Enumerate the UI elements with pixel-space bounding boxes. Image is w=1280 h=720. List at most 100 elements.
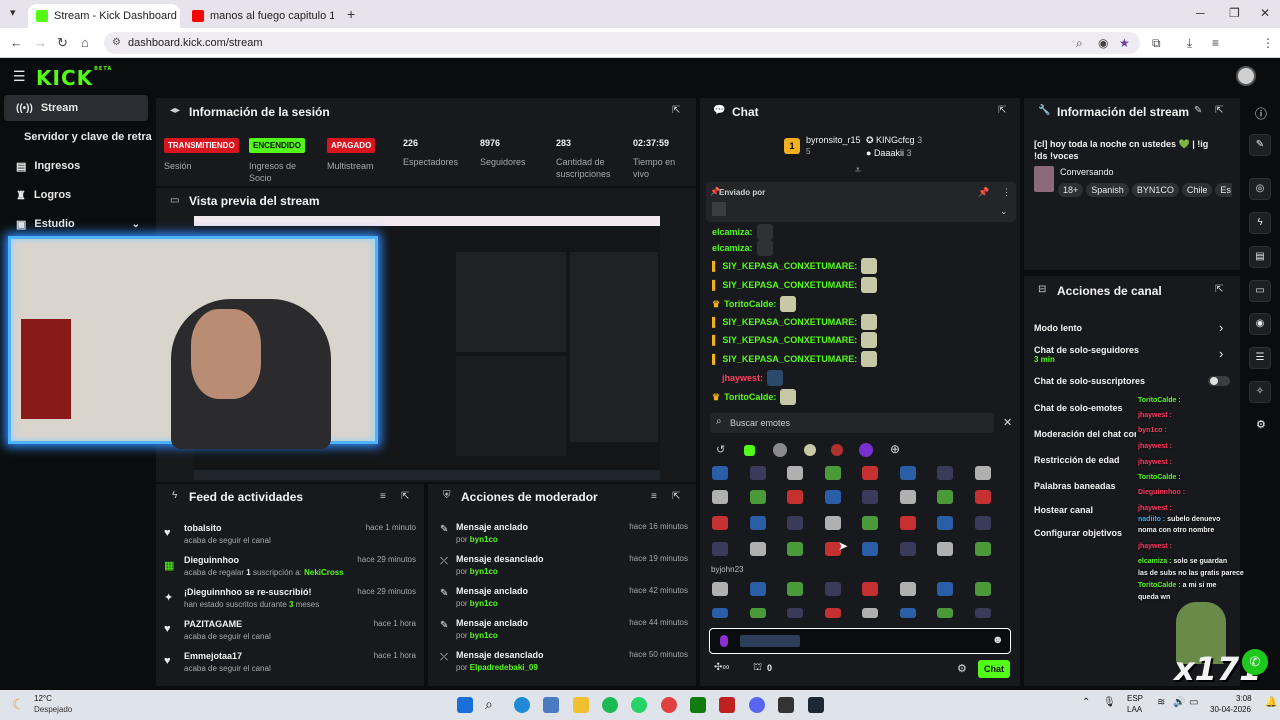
emote-set-icon[interactable] — [831, 444, 843, 456]
xbox-icon[interactable] — [690, 697, 706, 713]
search-icon[interactable]: ⌕ — [485, 696, 493, 713]
sidebar-item-estudio[interactable]: ▣ Estudio ⌄ — [4, 211, 148, 237]
wrench-icon[interactable]: ✧ — [1249, 381, 1271, 403]
mod-user[interactable]: byn1co — [470, 599, 498, 608]
emote-tile[interactable] — [824, 490, 841, 504]
tab-kick-dashboard[interactable]: Stream - Kick Dashboard ✕ — [28, 4, 180, 28]
explorer-icon[interactable] — [573, 697, 589, 713]
action-emotes-only[interactable]: Chat de solo-emotes — [1034, 403, 1123, 413]
emote-tile[interactable] — [974, 608, 991, 618]
emote-tile[interactable] — [862, 582, 878, 596]
forward-icon[interactable]: → — [34, 35, 47, 50]
emote-tile[interactable] — [899, 582, 916, 596]
chat-username[interactable]: elcamiza: — [712, 227, 753, 237]
restore-icon[interactable]: ❐ — [1229, 6, 1240, 20]
emoji-icon[interactable]: ☻ — [992, 634, 1004, 646]
popout-icon[interactable]: ⇱ — [401, 491, 409, 502]
emote-tile[interactable] — [862, 542, 878, 556]
extensions-icon[interactable]: ⧉ — [1152, 36, 1161, 51]
clock-date[interactable]: 30-04-2026 — [1210, 705, 1251, 714]
settings-icon[interactable]: ⚙ — [1256, 418, 1266, 431]
emote-tile[interactable] — [787, 490, 803, 504]
whatsapp-icon[interactable] — [631, 697, 647, 713]
emote-tile[interactable] — [712, 490, 728, 504]
emote-tile[interactable] — [712, 516, 728, 530]
chat-username[interactable]: SIY_KEPASA_CONXETUMARE: — [722, 261, 857, 271]
action-configure-goals[interactable]: Configurar objetivos — [1034, 528, 1122, 538]
volume-icon[interactable]: 🔊 — [1173, 697, 1185, 708]
emote-tile[interactable] — [899, 490, 916, 504]
minimize-icon[interactable]: ─ — [1196, 6, 1205, 20]
kick-logo[interactable]: KICKBETA — [36, 66, 112, 90]
edit-icon[interactable]: ✎ — [1249, 134, 1271, 156]
mod-user[interactable]: byn1co — [470, 631, 498, 640]
popout-icon[interactable]: ⇱ — [1215, 105, 1223, 116]
action-ai-moderation[interactable]: Moderación del chat con IA — [1034, 429, 1136, 439]
emote-tile[interactable] — [862, 466, 878, 480]
mod-user[interactable]: byn1co — [470, 567, 498, 576]
tab-search-icon[interactable]: ▾ — [10, 6, 16, 19]
back-icon[interactable]: ← — [10, 35, 23, 50]
chevron-down-icon[interactable]: ⌄ — [1000, 206, 1008, 217]
emote-tile[interactable] — [712, 582, 728, 596]
download-icon[interactable]: ⤓ — [1187, 36, 1192, 51]
chevron-right-icon[interactable]: › — [1219, 320, 1223, 335]
emote-tile[interactable] — [862, 608, 878, 618]
emote-tile[interactable] — [974, 490, 991, 504]
chevron-right-icon[interactable]: › — [1219, 346, 1223, 361]
emote-tile[interactable] — [712, 466, 728, 480]
emote-tile[interactable] — [787, 466, 803, 480]
emote-tile[interactable] — [937, 608, 953, 618]
sidebar-item-logros[interactable]: ♜ Logros — [4, 182, 148, 208]
edit-icon[interactable]: ✎ — [1194, 105, 1202, 116]
emote-tile[interactable] — [787, 542, 803, 556]
action-host-channel[interactable]: Hostear canal — [1034, 505, 1093, 515]
wifi-icon[interactable]: ≋ — [1157, 697, 1165, 708]
filter-icon[interactable]: ≡ — [380, 491, 386, 502]
discord-icon[interactable] — [749, 697, 765, 713]
emote-tile[interactable] — [749, 582, 766, 596]
emote-tile[interactable] — [937, 490, 953, 504]
emote-tile[interactable] — [749, 466, 766, 480]
popout-icon[interactable]: ⇱ — [1215, 284, 1223, 295]
emote-tile[interactable] — [787, 608, 803, 618]
popout-icon[interactable]: ⇱ — [998, 105, 1006, 116]
unpin-icon[interactable]: 📌 — [978, 187, 989, 198]
emote-tile[interactable] — [824, 582, 841, 596]
collapse-icon[interactable]: ⩡ — [855, 165, 861, 176]
mic-icon[interactable]: 🎙 — [1103, 697, 1116, 708]
emote-tile[interactable] — [749, 516, 766, 530]
sidebar-item-servidor[interactable]: Servidor y clave de retransm — [4, 124, 152, 150]
filter-icon[interactable]: ≡ — [651, 491, 657, 502]
weather-desc[interactable]: Despejado — [34, 705, 72, 714]
action-subscribers-only[interactable]: Chat de solo-suscriptores — [1034, 376, 1145, 386]
chrome-icon[interactable] — [661, 697, 677, 713]
emote-tile[interactable] — [862, 516, 878, 530]
zoom-icon[interactable]: ⌕ — [1076, 36, 1083, 51]
mod-user[interactable]: Elpadredebaki_09 — [470, 663, 538, 672]
obs-icon[interactable] — [778, 697, 794, 713]
stack-icon[interactable]: ☰ — [1249, 347, 1271, 369]
steam-icon[interactable] — [808, 697, 824, 713]
emote-search-input[interactable]: ⌕ Buscar emotes — [710, 413, 994, 433]
emote-tile[interactable] — [937, 516, 953, 530]
emote-tile[interactable] — [787, 516, 803, 530]
chat-username[interactable]: jhaywest: — [712, 373, 763, 383]
emote-tile[interactable] — [749, 608, 766, 618]
kick-emotes-icon[interactable] — [744, 445, 755, 456]
action-age-restriction[interactable]: Restricción de edad — [1034, 455, 1120, 465]
action-banned-words[interactable]: Palabras baneadas — [1034, 481, 1116, 491]
emote-tile[interactable] — [749, 490, 766, 504]
emote-tile[interactable] — [974, 542, 991, 556]
lang-top[interactable]: ESP — [1127, 694, 1143, 703]
popout-icon[interactable]: ⇱ — [672, 105, 680, 116]
feed-sub-user[interactable]: NekiCross — [304, 568, 344, 577]
action-slow-mode[interactable]: Modo lento — [1034, 323, 1082, 333]
store-icon[interactable]: ⛫ — [753, 662, 762, 675]
info-icon[interactable]: ⓘ — [1255, 105, 1267, 122]
hamburger-menu-icon[interactable]: ☰ — [13, 68, 26, 85]
browser-menu-icon[interactable]: ⋮ — [1262, 36, 1274, 50]
tab-youtube[interactable]: manos al fuego capitulo 10 co ✕ — [184, 4, 334, 28]
snipping-icon[interactable] — [719, 697, 735, 713]
chat-username[interactable]: ToritoCalde: — [724, 299, 776, 309]
